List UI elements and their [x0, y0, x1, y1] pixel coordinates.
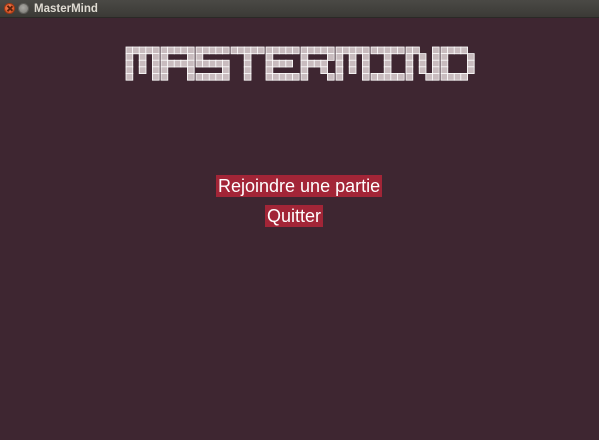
logo-letter-r	[300, 46, 335, 81]
window-titlebar[interactable]: MasterMind	[0, 0, 599, 18]
logo-letter-s	[195, 46, 230, 81]
logo-letter-t	[230, 46, 265, 81]
game-logo	[0, 46, 599, 82]
logo-letter-a	[160, 46, 195, 81]
logo-letter-m	[125, 46, 160, 81]
mastermind-logo	[125, 46, 475, 81]
quit-button[interactable]: Quitter	[265, 205, 324, 227]
window-title: MasterMind	[34, 3, 98, 15]
minimize-window-icon[interactable]	[18, 3, 29, 14]
close-window-icon[interactable]	[4, 3, 15, 14]
join-game-button[interactable]: Rejoindre une partie	[216, 175, 383, 197]
logo-letter-d	[440, 46, 475, 81]
logo-letter-i	[370, 46, 405, 81]
logo-letter-m	[335, 46, 370, 81]
logo-letter-n	[405, 46, 440, 81]
logo-letter-e	[265, 46, 300, 81]
